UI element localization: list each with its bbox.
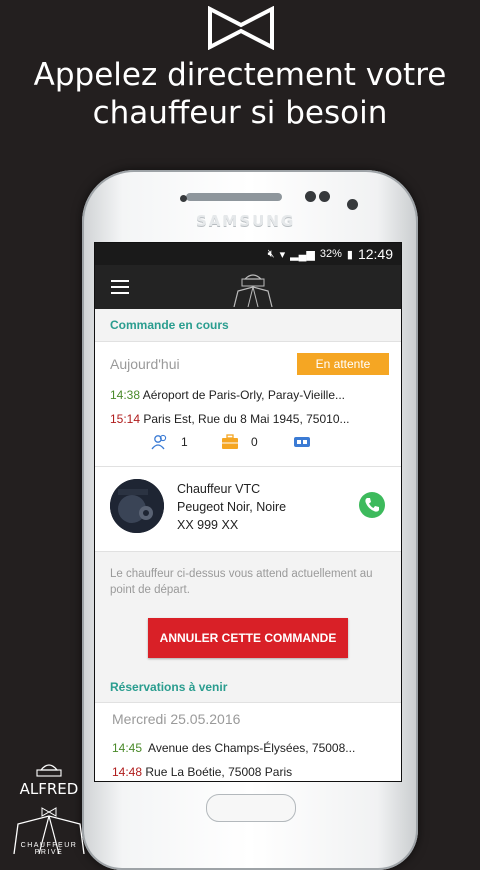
order-meta: 1 0: [151, 434, 311, 450]
phone-sensor: [305, 191, 316, 202]
signal-icon: ▂▄▆: [290, 248, 315, 261]
phone-sensor: [319, 191, 330, 202]
headline-line-1: Appelez directement votre: [33, 57, 447, 93]
phone-speaker: [186, 193, 282, 201]
driver-notice: Le chauffeur ci-dessus vous attend actue…: [110, 568, 373, 596]
butler-logo-icon: [233, 274, 273, 307]
reservation-dropoff-address: Rue La Boétie, 75008 Paris: [145, 765, 293, 779]
battery-icon: ▮: [346, 248, 353, 261]
reservation-date: Mercredi 25.05.2016: [112, 711, 241, 727]
pickup-row: 14:38 Aéroport de Paris-Orly, Paray-Viei…: [110, 388, 345, 402]
pickup-address: Aéroport de Paris-Orly, Paray-Vieille...: [142, 388, 345, 402]
phone-sensor: [180, 195, 187, 202]
reservation-pickup-time: 14:45: [112, 741, 143, 755]
reservation-pickup-row: 14:45 Avenue des Champs-Élysées, 75008..…: [112, 741, 355, 755]
app-bar: [95, 265, 401, 309]
cancel-order-button[interactable]: ANNULER CETTE COMMANDE: [148, 618, 348, 658]
passengers-count: 1: [181, 435, 188, 449]
driver-plate: XX 999 XX: [177, 518, 239, 532]
hamburger-menu-icon[interactable]: [111, 280, 129, 294]
driver-avatar: [110, 479, 164, 533]
battery-level: 32%: [319, 248, 342, 260]
dropoff-address: Paris Est, Rue du 8 Mai 1945, 75010...: [143, 412, 350, 426]
clock: 12:49: [357, 246, 393, 262]
wifi-icon: ▾: [279, 248, 286, 261]
status-bar: 🔇︎ ▾ ▂▄▆ 32% ▮ 12:49: [95, 243, 401, 265]
alfred-corner-logo: ALFRED CHAUFFEUR PRIVÉ: [6, 758, 92, 856]
butler-icon: [13, 764, 85, 854]
upcoming-reservation-card[interactable]: Mercredi 25.05.2016 14:45 Avenue des Cha…: [95, 702, 401, 781]
corner-logo-name: ALFRED: [19, 780, 79, 798]
driver-car: Peugeot Noir, Noire: [177, 500, 287, 514]
mute-icon: 🔇︎: [267, 247, 275, 260]
driver-title: Chauffeur VTC: [177, 482, 261, 496]
reservation-dropoff-time: 14:48: [112, 765, 143, 779]
dropoff-time: 15:14: [110, 412, 141, 426]
pickup-time: 14:38: [110, 388, 141, 402]
upcoming-reservations-title: Réservations à venir: [95, 671, 401, 703]
phone-brand: SAMSUNG: [196, 212, 296, 230]
driver-info: Chauffeur VTC Peugeot Noir, Noire XX 999…: [177, 480, 286, 534]
luggage-icon: [222, 434, 238, 449]
headline-line-2: chauffeur si besoin: [92, 95, 388, 131]
current-order-card[interactable]: Aujourd'hui En attente 14:38 Aéroport de…: [95, 341, 401, 467]
driver-photo-icon: [110, 479, 164, 533]
call-driver-button[interactable]: [359, 492, 385, 518]
home-button[interactable]: [206, 794, 296, 822]
passengers-icon: [151, 434, 167, 450]
order-date: Aujourd'hui: [110, 356, 180, 372]
luggage-count: 0: [251, 435, 258, 449]
driver-card: Chauffeur VTC Peugeot Noir, Noire XX 999…: [95, 467, 401, 552]
phone-camera: [347, 199, 358, 210]
phone-screen: 🔇︎ ▾ ▂▄▆ 32% ▮ 12:49 Commande en cours A…: [94, 242, 402, 782]
headline: Appelez directement votre chauffeur si b…: [0, 56, 480, 132]
status-badge: En attente: [297, 353, 389, 375]
reservation-pickup-address: Avenue des Champs-Élysées, 75008...: [148, 741, 356, 755]
dropoff-row: 15:14 Paris Est, Rue du 8 Mai 1945, 7501…: [110, 412, 350, 426]
reservation-dropoff-row: 14:48 Rue La Boétie, 75008 Paris: [112, 765, 292, 779]
payment-card-icon: [294, 437, 310, 447]
current-order-title: Commande en cours: [95, 309, 401, 341]
phone-icon: [365, 498, 379, 512]
bowtie-logo-icon: [208, 6, 274, 50]
